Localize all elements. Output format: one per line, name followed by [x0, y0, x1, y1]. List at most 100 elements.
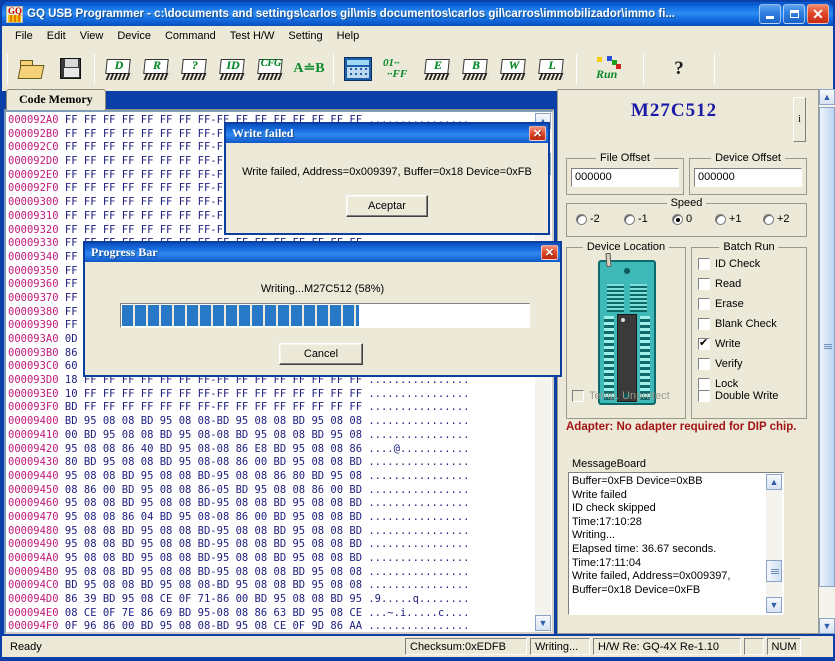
hex-scroll-down-icon[interactable]: ▼ [535, 615, 551, 631]
menu-item-setting[interactable]: Setting [281, 28, 329, 44]
speed-option-minus2[interactable]: -2 [576, 213, 600, 225]
batch-item-lock[interactable]: Lock [698, 378, 738, 390]
hex-row[interactable]: 000094B0 95 08 08 BD 95 08 08 BD-95 08 0… [8, 566, 538, 580]
message-scroll-down-icon[interactable]: ▼ [766, 597, 782, 613]
hex-bytes: 95 08 08 BD 95 08 08 BD-95 08 08 08 BD 9… [64, 565, 369, 578]
help-button[interactable]: ? [651, 52, 707, 86]
batch-item-read[interactable]: Read [698, 278, 741, 290]
speed-label-minus1: -1 [638, 213, 648, 225]
right-scroll-down-icon[interactable]: ▼ [819, 618, 835, 634]
batch-item-verify[interactable]: Verify [698, 358, 743, 370]
message-board[interactable]: Buffer=0xFB Device=0xBB Write failed ID … [568, 472, 784, 615]
calculator-icon [344, 56, 372, 81]
chip-e-button[interactable]: E [421, 52, 455, 86]
menu-item-command[interactable]: Command [158, 28, 223, 44]
compare-icon: A≐B [293, 61, 325, 76]
hex-row[interactable]: 00009420 95 08 08 86 40 BD 95 08-08 86 E… [8, 443, 538, 457]
hex-row[interactable]: 00009490 95 08 08 BD 95 08 08 BD-95 08 0… [8, 538, 538, 552]
menu-item-test-hw[interactable]: Test H/W [223, 28, 282, 44]
checkbox-icon [698, 378, 710, 390]
calculator-button[interactable] [341, 52, 375, 86]
write-failed-close-button[interactable]: ✕ [529, 126, 546, 141]
message-scroll-up-icon[interactable]: ▲ [766, 474, 782, 490]
hex-bytes: 00 BD 95 08 08 BD 95 08-08 BD 95 08 08 B… [64, 428, 369, 441]
checkbox-icon [698, 390, 710, 402]
device-offset-input[interactable]: 000000 [694, 168, 802, 187]
message-board-scrollbar[interactable]: ▲ ▼ [766, 474, 782, 613]
batch-run-button[interactable]: Run [584, 52, 636, 86]
hex-row[interactable]: 00009440 95 08 08 BD 95 08 08 BD-95 08 0… [8, 470, 538, 484]
hex-row[interactable]: 000093F0 BD FF FF FF FF FF FF FF-FF FF F… [8, 401, 538, 415]
hex-row[interactable]: 000094F0 0F 96 86 00 BD 95 08 08-BD 95 0… [8, 620, 538, 632]
hex-row[interactable]: 00009450 08 86 00 BD 95 08 08 86-05 BD 9… [8, 484, 538, 498]
chip-id-button[interactable]: ID [216, 52, 250, 86]
right-pane-scrollbar[interactable]: ▲ ▼ [819, 89, 835, 634]
menu-item-edit[interactable]: Edit [40, 28, 73, 44]
chip-lock-button[interactable]: L [535, 52, 569, 86]
tab-code-memory[interactable]: Code Memory [6, 89, 106, 110]
hex-row[interactable]: 000093E0 10 FF FF FF FF FF FF FF-FF FF F… [8, 388, 538, 402]
hex-address: 000094C0 [8, 579, 65, 592]
chip-b-button[interactable]: B [459, 52, 493, 86]
save-file-button[interactable] [53, 52, 87, 86]
right-scroll-up-icon[interactable]: ▲ [819, 89, 835, 105]
chip-w-button[interactable]: W [497, 52, 531, 86]
checkbox-icon [698, 318, 710, 330]
menu-item-help[interactable]: Help [330, 28, 367, 44]
speed-option-plus1[interactable]: +1 [715, 213, 742, 225]
chip-e-label: E [433, 57, 442, 72]
hex-ascii: ....@........... [368, 442, 470, 455]
chip-d-button[interactable]: D [102, 52, 136, 86]
chip-cfg-button[interactable]: CFG [254, 52, 288, 86]
adapter-note: Adapter: No adapter required for DIP chi… [566, 421, 797, 433]
file-offset-input[interactable]: 000000 [571, 168, 679, 187]
hex-row[interactable]: 000094C0 BD 95 08 08 BD 95 08 08-BD 95 0… [8, 579, 538, 593]
hex-row[interactable]: 00009410 00 BD 95 08 08 BD 95 08-08 BD 9… [8, 429, 538, 443]
hex-row[interactable]: 00009400 BD 95 08 08 BD 95 08 08-BD 95 0… [8, 415, 538, 429]
device-info-button[interactable]: i [793, 97, 806, 142]
chip-blank-button[interactable]: ? [178, 52, 212, 86]
batch-label-verify: Verify [715, 358, 743, 370]
right-scroll-thumb[interactable] [819, 107, 835, 587]
speed-option-plus2[interactable]: +2 [763, 213, 790, 225]
batch-item-id-check[interactable]: ID Check [698, 258, 760, 270]
batch-label-id-check: ID Check [715, 258, 761, 270]
hex-bytes: 80 BD 95 08 08 BD 95 08-08 86 00 BD 95 0… [64, 456, 369, 469]
radio-icon [763, 213, 774, 225]
toolbar-separator [7, 53, 8, 84]
chip-icon: R [142, 56, 172, 82]
hex-row[interactable]: 00009460 95 08 08 BD 95 08 08 BD-95 08 0… [8, 497, 538, 511]
hex-address: 000093C0 [8, 360, 65, 373]
minimize-button[interactable] [759, 4, 781, 24]
hex-row[interactable]: 000094D0 86 39 BD 95 08 CE 0F 71-86 00 B… [8, 593, 538, 607]
progress-close-button[interactable]: ✕ [541, 245, 558, 260]
hex-row[interactable]: 000094E0 08 CE 0F 7E 86 69 BD 95-08 08 8… [8, 607, 538, 621]
menu-item-device[interactable]: Device [110, 28, 158, 44]
write-failed-message: Write failed, Address=0x009397, Buffer=0… [242, 166, 532, 178]
compare-ab-button[interactable]: A≐B [292, 52, 326, 86]
open-file-button[interactable] [15, 52, 49, 86]
double-write-checkbox[interactable]: Double Write [698, 390, 778, 402]
message-scroll-thumb[interactable] [766, 560, 782, 582]
hex-toggle-button[interactable]: 01·· ··FF [379, 52, 417, 86]
chip-icon: W [499, 56, 529, 82]
menu-item-view[interactable]: View [73, 28, 111, 44]
maximize-button[interactable] [783, 4, 805, 24]
temp-unprotect-checkbox[interactable]: Temp. Unprotect [572, 390, 670, 402]
speed-option-zero[interactable]: 0 [672, 213, 692, 225]
hex-row[interactable]: 00009430 80 BD 95 08 08 BD 95 08-08 86 0… [8, 456, 538, 470]
progress-cancel-button[interactable]: Cancel [279, 343, 363, 365]
batch-item-write[interactable]: Write [698, 336, 740, 350]
menu-item-file[interactable]: File [8, 28, 40, 44]
close-button[interactable]: ✕ [807, 4, 829, 24]
question-mark-icon: ? [674, 57, 684, 79]
hex-row[interactable]: 00009480 95 08 08 BD 95 08 08 BD-95 08 0… [8, 525, 538, 539]
batch-item-blank-check[interactable]: Blank Check [698, 318, 777, 330]
right-scrollbar-track[interactable]: ▲ ▼ [819, 89, 835, 634]
hex-row[interactable]: 00009470 95 08 08 86 04 BD 95 08-08 86 0… [8, 511, 538, 525]
speed-option-minus1[interactable]: -1 [624, 213, 648, 225]
hex-row[interactable]: 000094A0 95 08 08 BD 95 08 08 BD-95 08 0… [8, 552, 538, 566]
chip-r-button[interactable]: R [140, 52, 174, 86]
write-failed-ok-button[interactable]: Aceptar [346, 195, 428, 217]
batch-item-erase[interactable]: Erase [698, 298, 744, 310]
